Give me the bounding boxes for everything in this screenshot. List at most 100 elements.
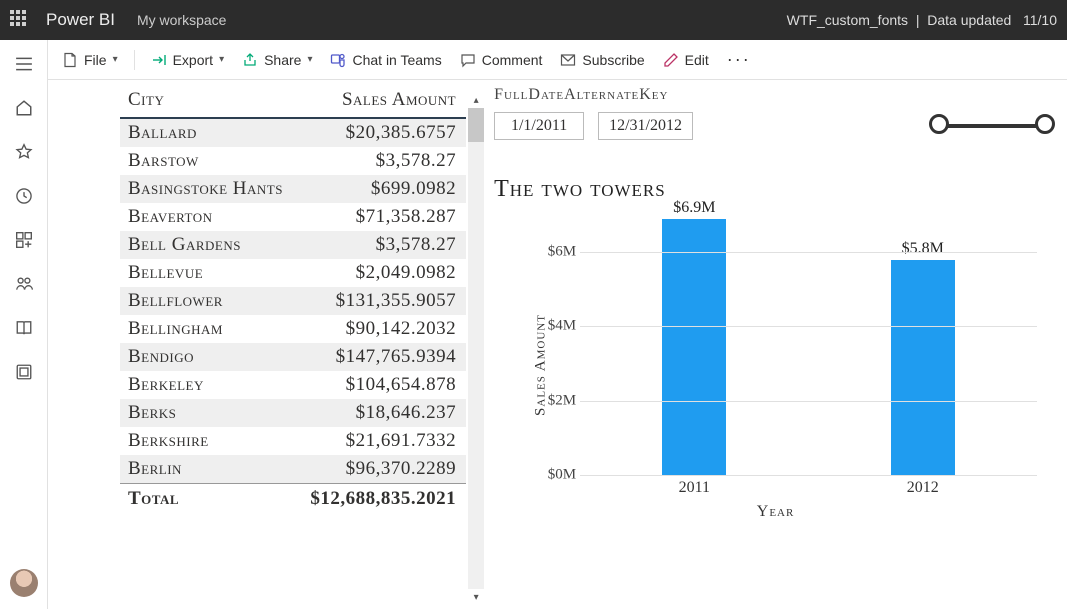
- share-label: Share: [264, 52, 301, 68]
- slider-handle-end[interactable]: [1035, 114, 1055, 134]
- user-avatar[interactable]: [10, 569, 38, 597]
- workspaces-icon[interactable]: [8, 356, 40, 388]
- bar-data-label: $6.9M: [673, 199, 715, 217]
- scroll-up-icon[interactable]: ▴: [468, 92, 484, 108]
- table-row[interactable]: Berks$18,646.237: [120, 399, 466, 427]
- bar-column[interactable]: $6.9M: [598, 199, 790, 475]
- table-row[interactable]: Berkeley$104,654.878: [120, 371, 466, 399]
- slider-track: [939, 124, 1045, 128]
- home-icon[interactable]: [8, 92, 40, 124]
- gridline: [580, 475, 1037, 476]
- edit-button[interactable]: Edit: [657, 48, 715, 72]
- y-tick-label: $4M: [530, 318, 576, 335]
- table-row[interactable]: Barstow$3,578.27: [120, 147, 466, 175]
- scroll-thumb[interactable]: [468, 108, 484, 142]
- bar[interactable]: [891, 260, 955, 475]
- table-row[interactable]: Bell Gardens$3,578.27: [120, 231, 466, 259]
- global-header: Power BI My workspace WTF_custom_fonts |…: [0, 0, 1067, 40]
- cell-city: Bell Gardens: [120, 231, 295, 259]
- learn-icon[interactable]: [8, 312, 40, 344]
- cell-city: Beaverton: [120, 203, 295, 231]
- gridline: [580, 252, 1037, 253]
- cell-city: Bendigo: [120, 343, 295, 371]
- workspace-name[interactable]: My workspace: [137, 12, 226, 28]
- cell-city: Ballard: [120, 118, 295, 147]
- cell-city: Barstow: [120, 147, 295, 175]
- y-tick-label: $2M: [530, 392, 576, 409]
- y-tick-label: $6M: [530, 244, 576, 261]
- cell-amount: $2,049.0982: [295, 259, 466, 287]
- cell-city: Bellflower: [120, 287, 295, 315]
- table-visual[interactable]: City Sales Amount Ballard$20,385.6757Bar…: [120, 86, 466, 605]
- chevron-down-icon: ▾: [113, 54, 118, 65]
- cell-amount: $96,370.2289: [295, 455, 466, 484]
- more-actions-button[interactable]: ···: [721, 49, 757, 70]
- cell-amount: $699.0982: [295, 175, 466, 203]
- table-row[interactable]: Beaverton$71,358.287: [120, 203, 466, 231]
- table-row[interactable]: Bellingham$90,142.2032: [120, 315, 466, 343]
- table-row[interactable]: Bellflower$131,355.9057: [120, 287, 466, 315]
- chat-teams-button[interactable]: Chat in Teams: [324, 48, 447, 72]
- date-range-slider[interactable]: [927, 110, 1057, 140]
- x-tick-label: 2011: [654, 479, 734, 497]
- y-tick-label: $0M: [530, 467, 576, 484]
- share-menu[interactable]: Share ▾: [236, 48, 318, 72]
- favorites-icon[interactable]: [8, 136, 40, 168]
- col-header-amount[interactable]: Sales Amount: [295, 86, 466, 118]
- bar[interactable]: [662, 219, 726, 475]
- subscribe-button[interactable]: Subscribe: [554, 48, 650, 72]
- toolbar-separator: [134, 50, 135, 70]
- table-row[interactable]: Berlin$96,370.2289: [120, 455, 466, 484]
- brand-label: Power BI: [46, 10, 115, 30]
- x-tick-label: 2012: [883, 479, 963, 497]
- create-icon[interactable]: [8, 224, 40, 256]
- comment-label: Comment: [482, 52, 543, 68]
- table-row[interactable]: Ballard$20,385.6757: [120, 118, 466, 147]
- report-name: WTF_custom_fonts: [787, 12, 908, 28]
- report-toolbar: File ▾ Export ▾ Share ▾ Chat in Teams Co…: [0, 40, 1067, 80]
- updated-prefix: Data updated: [927, 12, 1011, 28]
- table-scrollbar[interactable]: ▴ ▾: [468, 92, 484, 605]
- slicer-start-date[interactable]: 1/1/2011: [494, 112, 584, 140]
- cell-amount: $104,654.878: [295, 371, 466, 399]
- edit-label: Edit: [685, 52, 709, 68]
- sales-table: City Sales Amount Ballard$20,385.6757Bar…: [120, 86, 466, 514]
- cell-amount: $3,578.27: [295, 147, 466, 175]
- cell-amount: $131,355.9057: [295, 287, 466, 315]
- chevron-down-icon: ▾: [219, 54, 224, 65]
- slicer-end-date[interactable]: 12/31/2012: [598, 112, 693, 140]
- cell-amount: $71,358.287: [295, 203, 466, 231]
- cell-amount: $20,385.6757: [295, 118, 466, 147]
- updated-date: 11/10: [1023, 12, 1057, 28]
- slider-handle-start[interactable]: [929, 114, 949, 134]
- right-panel: FullDateAlternateKey 1/1/2011 12/31/2012…: [466, 86, 1057, 605]
- shared-icon[interactable]: [8, 268, 40, 300]
- app-launcher-icon[interactable]: [10, 10, 30, 30]
- bar-data-label: $5.8M: [902, 240, 944, 258]
- recent-icon[interactable]: [8, 180, 40, 212]
- export-menu[interactable]: Export ▾: [145, 48, 231, 72]
- comment-button[interactable]: Comment: [454, 48, 549, 72]
- file-menu[interactable]: File ▾: [56, 48, 124, 72]
- bar-column[interactable]: $5.8M: [827, 240, 1019, 475]
- table-row[interactable]: Basingstoke Hants$699.0982: [120, 175, 466, 203]
- table-row[interactable]: Bendigo$147,765.9394: [120, 343, 466, 371]
- hamburger-icon[interactable]: [8, 48, 40, 80]
- total-label: Total: [120, 484, 295, 515]
- col-header-city[interactable]: City: [120, 86, 295, 118]
- cell-amount: $18,646.237: [295, 399, 466, 427]
- cell-city: Bellevue: [120, 259, 295, 287]
- cell-city: Berkeley: [120, 371, 295, 399]
- left-nav-rail: [0, 40, 48, 609]
- scroll-down-icon[interactable]: ▾: [468, 589, 484, 605]
- cell-city: Berlin: [120, 455, 295, 484]
- cell-city: Berks: [120, 399, 295, 427]
- slicer-title: FullDateAlternateKey: [494, 86, 1057, 104]
- report-canvas: City Sales Amount Ballard$20,385.6757Bar…: [48, 80, 1067, 609]
- x-axis-label: Year: [757, 503, 795, 521]
- table-row[interactable]: Bellevue$2,049.0982: [120, 259, 466, 287]
- scroll-track[interactable]: [468, 108, 484, 589]
- total-value: $12,688,835.2021: [295, 484, 466, 515]
- bar-chart-visual[interactable]: Sales Amount $6.9M$5.8M Year $0M$2M$4M$6…: [494, 215, 1057, 515]
- table-row[interactable]: Berkshire$21,691.7332: [120, 427, 466, 455]
